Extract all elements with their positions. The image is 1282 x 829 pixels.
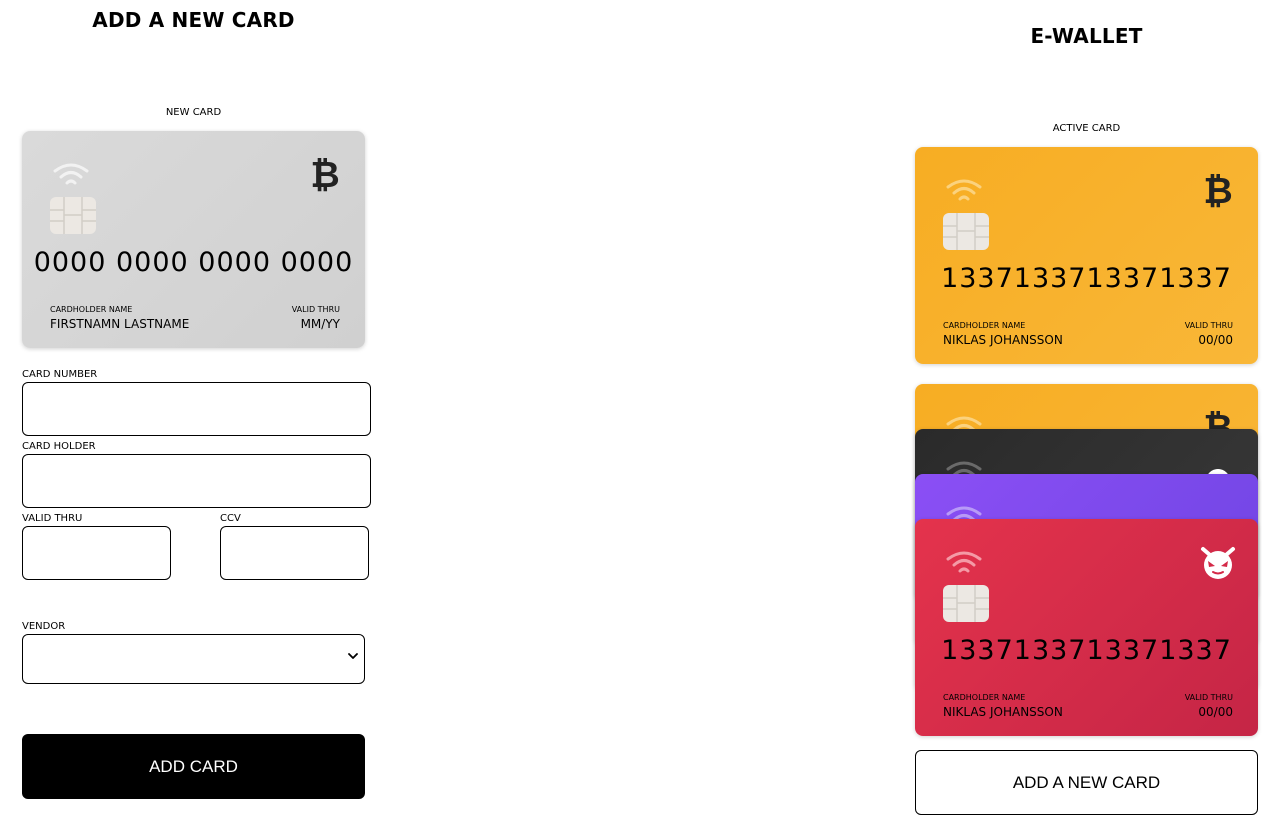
contactless-icon (946, 551, 982, 573)
stacked-card-evil[interactable]: 1337133713371337 CARDHOLDER NAME NIKLAS … (915, 519, 1258, 736)
add-new-card-button[interactable]: ADD A NEW CARD (915, 750, 1258, 815)
bitcoin-icon: ₿ (1203, 171, 1232, 209)
wallet-title: E-WALLET (1030, 24, 1143, 48)
active-card-caption: ACTIVE CARD (1052, 123, 1121, 134)
chip-icon (943, 585, 989, 622)
bitcoin-icon: ₿ (310, 155, 339, 193)
valid-thru-value: 00/00 (1198, 333, 1233, 347)
valid-thru-label: VALID THRU (291, 305, 340, 314)
cardholder-name: NIKLAS JOHANSSON (943, 333, 1063, 347)
chip-icon (50, 197, 96, 234)
svg-text:₿: ₿ (1203, 171, 1232, 209)
vendor-label: VENDOR (22, 621, 66, 632)
valid-thru-label: VALID THRU (1184, 321, 1233, 330)
svg-text:₿: ₿ (310, 155, 339, 193)
ccv-input[interactable] (220, 526, 369, 580)
chip-icon (943, 213, 989, 250)
add-card-button[interactable]: ADD CARD (22, 734, 365, 799)
card-number-input[interactable] (22, 382, 371, 436)
cardholder-label: CARDHOLDER NAME (50, 305, 133, 314)
cardholder-label: CARDHOLDER NAME (943, 693, 1026, 702)
card-holder-label: CARD HOLDER (22, 441, 96, 452)
card-number-display: 0000 0000 0000 0000 (33, 247, 354, 278)
valid-thru-field-label: VALID THRU (22, 513, 83, 524)
cardholder-name: NIKLAS JOHANSSON (943, 705, 1063, 719)
valid-thru-value: 00/00 (1198, 705, 1233, 719)
valid-thru-input[interactable] (22, 526, 171, 580)
active-card-number: 1337133713371337 (941, 263, 1232, 294)
active-card: ₿ 1337133713371337 CARDHOLDER NAME NIKLA… (915, 147, 1258, 364)
new-card-caption: NEW CARD (165, 107, 222, 118)
new-card-preview: ₿ 0000 0000 0000 0000 CARDHOLDER NAME FI… (22, 131, 365, 348)
vendor-select[interactable] (22, 634, 365, 684)
card-holder-input[interactable] (22, 454, 371, 508)
chevron-down-icon (348, 653, 358, 659)
card-number-label: CARD NUMBER (22, 369, 98, 380)
valid-thru-value: MM/YY (300, 317, 340, 331)
contactless-icon (946, 179, 982, 201)
valid-thru-label: VALID THRU (1184, 693, 1233, 702)
cardholder-label: CARDHOLDER NAME (943, 321, 1026, 330)
cardholder-name: FIRSTNAMN LASTNAME (50, 317, 190, 331)
ccv-label: CCV (220, 513, 241, 524)
evil-icon (1201, 547, 1235, 579)
card-number-display: 1337133713371337 (941, 635, 1232, 666)
contactless-icon (53, 163, 89, 185)
add-card-title: ADD A NEW CARD (92, 8, 295, 32)
